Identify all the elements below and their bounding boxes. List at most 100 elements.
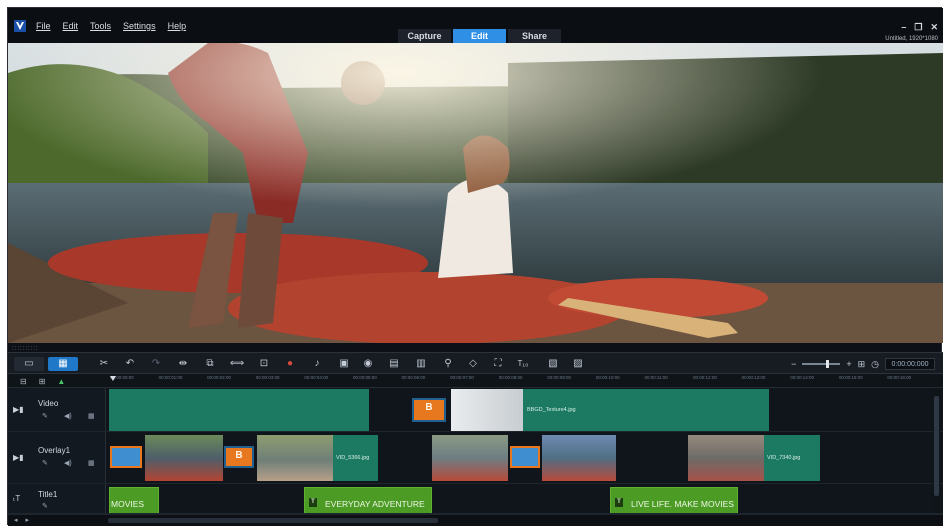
edit-icon[interactable]: ✎ [42,502,48,510]
add-track-icon[interactable]: ▲ [57,377,65,386]
ruler-tick-label: 00:00:08:00 [498,375,523,380]
chapter-icon[interactable]: ⊞ [39,377,46,386]
overlay-clip-thumbnail[interactable] [542,435,616,481]
redo-button[interactable]: ↷ [148,357,164,371]
mask-icon: ▥ [416,358,426,369]
volume-icon[interactable]: ◀) [64,412,72,420]
tools-button[interactable]: ✂ [96,357,112,371]
tab-share[interactable]: Share [508,29,561,43]
fit-to-window-icon[interactable]: ⊞ [858,359,866,370]
pan-zoom-button[interactable]: ▤ [386,357,402,371]
split-button[interactable]: ⇹ [175,357,191,371]
title-clip[interactable]: T LIVE LIFE. MAKE MOVIES [610,487,738,513]
time-remap-button[interactable]: ▨ [570,357,586,371]
overlay-clip[interactable]: VID_5366.jpg [333,435,378,481]
path-button[interactable]: ◇ [465,357,481,371]
edit-icon[interactable]: ✎ [42,459,48,467]
clock-icon: ◷ [871,358,879,369]
path-icon: ◇ [469,358,477,369]
storyboard-view-icon: ▦ [58,358,68,369]
title-clip-label: MOVIES [111,499,145,509]
transition-thumbnail[interactable]: B [412,398,446,422]
scroll-right-icon[interactable]: ▸ [26,516,30,524]
split-icon: ⇹ [178,358,188,369]
ruler-tick-label: 00:00:13:00 [741,375,766,380]
zoom-slider[interactable] [802,360,841,368]
volume-icon[interactable]: ◀) [64,459,72,467]
close-button[interactable]: ✕ [930,22,938,33]
undo-button[interactable]: ↶ [122,357,138,371]
overlay-clip-thumbnail[interactable] [432,435,508,481]
menu-settings[interactable]: Settings [123,21,156,31]
image-clip[interactable]: BBGD_Texture4.jpg [451,389,769,431]
overlay-clip-thumbnail[interactable] [688,435,764,481]
overlay-clip-thumbnail[interactable] [257,435,333,481]
transition-thumbnail[interactable]: B [224,446,254,468]
scrollbar-thumb[interactable] [934,396,939,496]
time-ruler[interactable]: 00:00:00:00 00:00:01:00 00:00:02:00 00:00:0… [108,374,934,388]
zoom-out-icon[interactable]: − [791,359,796,369]
window-controls: – ❐ ✕ [901,22,938,33]
video-track-icon: ▶▮ [13,405,24,414]
ruler-tick-label: 00:00:05:00 [352,375,377,380]
title-button[interactable]: T₁₀ [515,357,531,371]
title-clip-icon: T [615,498,623,507]
v-logo-icon [14,20,26,32]
multicam-button[interactable]: ▣ [336,357,352,371]
menu-tools[interactable]: Tools [90,21,111,31]
edit-icon[interactable]: ✎ [42,412,48,420]
stretch-button[interactable]: ⟺ [229,357,245,371]
zoom-in-icon[interactable]: + [846,359,851,369]
overlay-clip[interactable]: VID_7340.jpg [764,435,820,481]
grid-icon[interactable]: ▦ [88,412,95,420]
zoom-slider-knob[interactable] [826,360,830,368]
restore-button[interactable]: ❐ [914,22,922,33]
audio-button[interactable]: ♪ [309,357,325,371]
ruler-tick-label: 00:00:11:00 [644,375,668,380]
track-name: Overlay1 [38,446,71,455]
tab-capture[interactable]: Capture [398,29,451,43]
clip-label: BBGD_Texture4.jpg [527,407,576,413]
title-clip[interactable]: T EVERYDAY ADVENTURE [304,487,432,513]
ruler-tick-label: 00:00:09:00 [547,375,572,380]
minimize-button[interactable]: – [901,22,906,33]
footer-controls: ◂ ▸ [14,516,29,524]
menu-help[interactable]: Help [168,21,187,31]
title-clip[interactable]: MOVIES [109,487,159,513]
timecode-display[interactable]: 0:00:00:000 [885,358,935,370]
clip-label: VID_7340.jpg [767,455,801,461]
overlay-track-lane: B VID_5366.jpg VID_7340.jpg [108,432,934,483]
fit-button[interactable]: ⊡ [256,357,272,371]
mask-creator-button[interactable]: ⛶ [490,357,506,371]
grid-icon[interactable]: ▦ [88,459,95,467]
overlay-track-icon: ▶▮ [13,453,24,462]
color-icon: ⚲ [444,358,452,369]
menu-file[interactable]: File [36,21,51,31]
crop-button[interactable]: ⧉ [202,357,218,371]
subtitle-button[interactable]: ▧ [545,357,561,371]
track-name: Title1 [38,490,58,499]
tab-edit[interactable]: Edit [453,29,506,43]
storyboard-view-button[interactable]: ▦ [48,357,78,371]
mask-button[interactable]: ▥ [413,357,429,371]
playhead[interactable] [110,376,116,381]
timeline-horizontal-scrollbar[interactable] [108,518,438,523]
timeline-view-button[interactable]: ▭ [14,357,44,371]
timeline-vertical-scrollbar[interactable] [933,388,940,513]
ruler-tick-label: 00:00:02:00 [207,375,231,380]
zoom-controls: − + ⊞ ◷ 0:00:00:000 [791,357,935,371]
timeline-footer: ◂ ▸ [8,514,943,526]
record-button[interactable]: ● [282,357,298,371]
mask-creator-icon: ⛶ [494,358,502,369]
project-info: Untitled, 1920*1080 [885,36,938,42]
overlay-clip-thumbnail[interactable] [145,435,223,481]
transition-thumbnail[interactable] [510,446,540,468]
video-clip[interactable] [109,389,369,431]
menu-edit[interactable]: Edit [63,21,79,31]
color-button[interactable]: ⚲ [440,357,456,371]
scroll-left-icon[interactable]: ◂ [14,516,18,524]
track-manager-icon[interactable]: ⊟ [20,377,27,386]
motion-button[interactable]: ◉ [360,357,376,371]
transition-thumbnail[interactable] [110,446,142,468]
preview-player[interactable] [8,43,943,343]
